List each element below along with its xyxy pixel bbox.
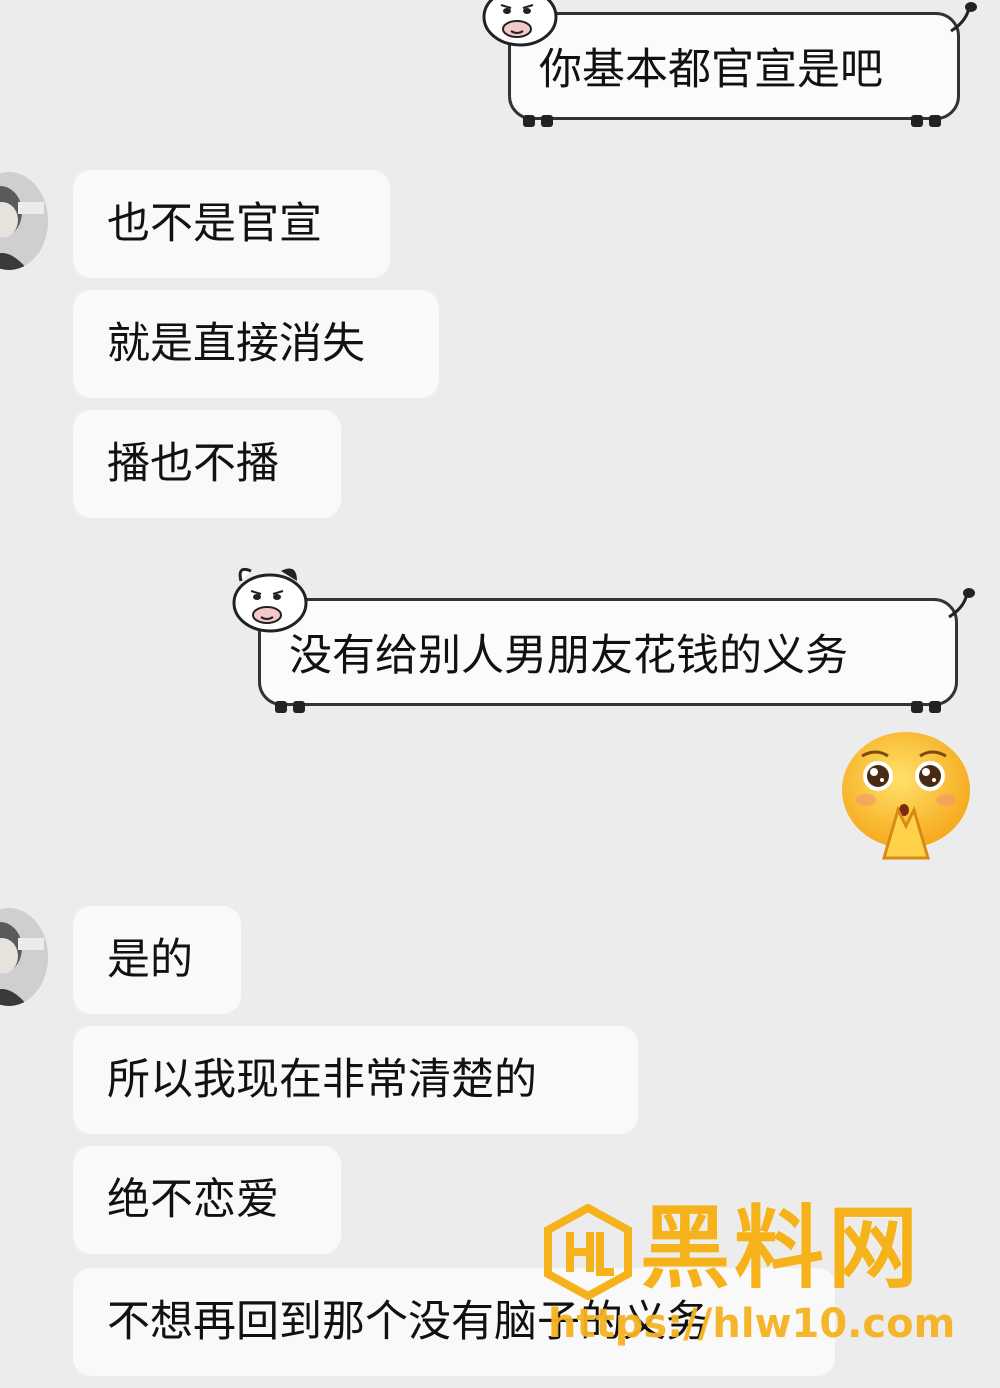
- message-text: 不想再回到那个没有脑子的义务: [107, 1296, 709, 1347]
- message-bubble-incoming[interactable]: 就是直接消失: [73, 290, 439, 398]
- pleading-face-emoji-icon[interactable]: [836, 730, 974, 860]
- message-text: 也不是官宣: [107, 198, 322, 249]
- cow-head-icon: [232, 567, 308, 633]
- cow-feet-icon: [275, 701, 941, 713]
- message-bubble-outgoing[interactable]: 你基本都官宣是吧: [482, 0, 977, 127]
- message-bubble-incoming[interactable]: 绝不恋爱: [73, 1146, 341, 1254]
- cow-feet-icon: [523, 115, 941, 127]
- message-text: 你基本都官宣是吧: [539, 45, 883, 95]
- message-bubble-incoming[interactable]: 所以我现在非常清楚的: [73, 1026, 638, 1134]
- avatar-portrait-icon: [0, 172, 48, 270]
- chat-thread: 你基本都官宣是吧 也不是官宣 就是直接消失 播也不播 没有给别人男朋友花钱的义务…: [0, 0, 1000, 1388]
- message-text: 绝不恋爱: [107, 1174, 279, 1225]
- message-bubble-incoming[interactable]: 也不是官宣: [73, 170, 390, 278]
- message-text: 是的: [107, 934, 193, 985]
- message-bubble-incoming[interactable]: 不想再回到那个没有脑子的义务: [73, 1268, 835, 1376]
- avatar-portrait-icon: [0, 908, 48, 1006]
- message-text: 没有给别人男朋友花钱的义务: [289, 631, 848, 681]
- cow-tail-icon: [948, 588, 975, 619]
- contact-avatar[interactable]: [0, 908, 48, 1006]
- message-bubble-incoming[interactable]: 播也不播: [73, 410, 341, 518]
- message-text: 所以我现在非常清楚的: [107, 1054, 537, 1105]
- cow-head-icon: [482, 0, 558, 47]
- message-bubble-outgoing[interactable]: 没有给别人男朋友花钱的义务: [232, 567, 975, 713]
- cow-tail-icon: [950, 2, 977, 33]
- message-text: 就是直接消失: [107, 318, 365, 369]
- contact-avatar[interactable]: [0, 172, 48, 270]
- message-text: 播也不播: [107, 438, 279, 489]
- message-bubble-incoming[interactable]: 是的: [73, 906, 241, 1014]
